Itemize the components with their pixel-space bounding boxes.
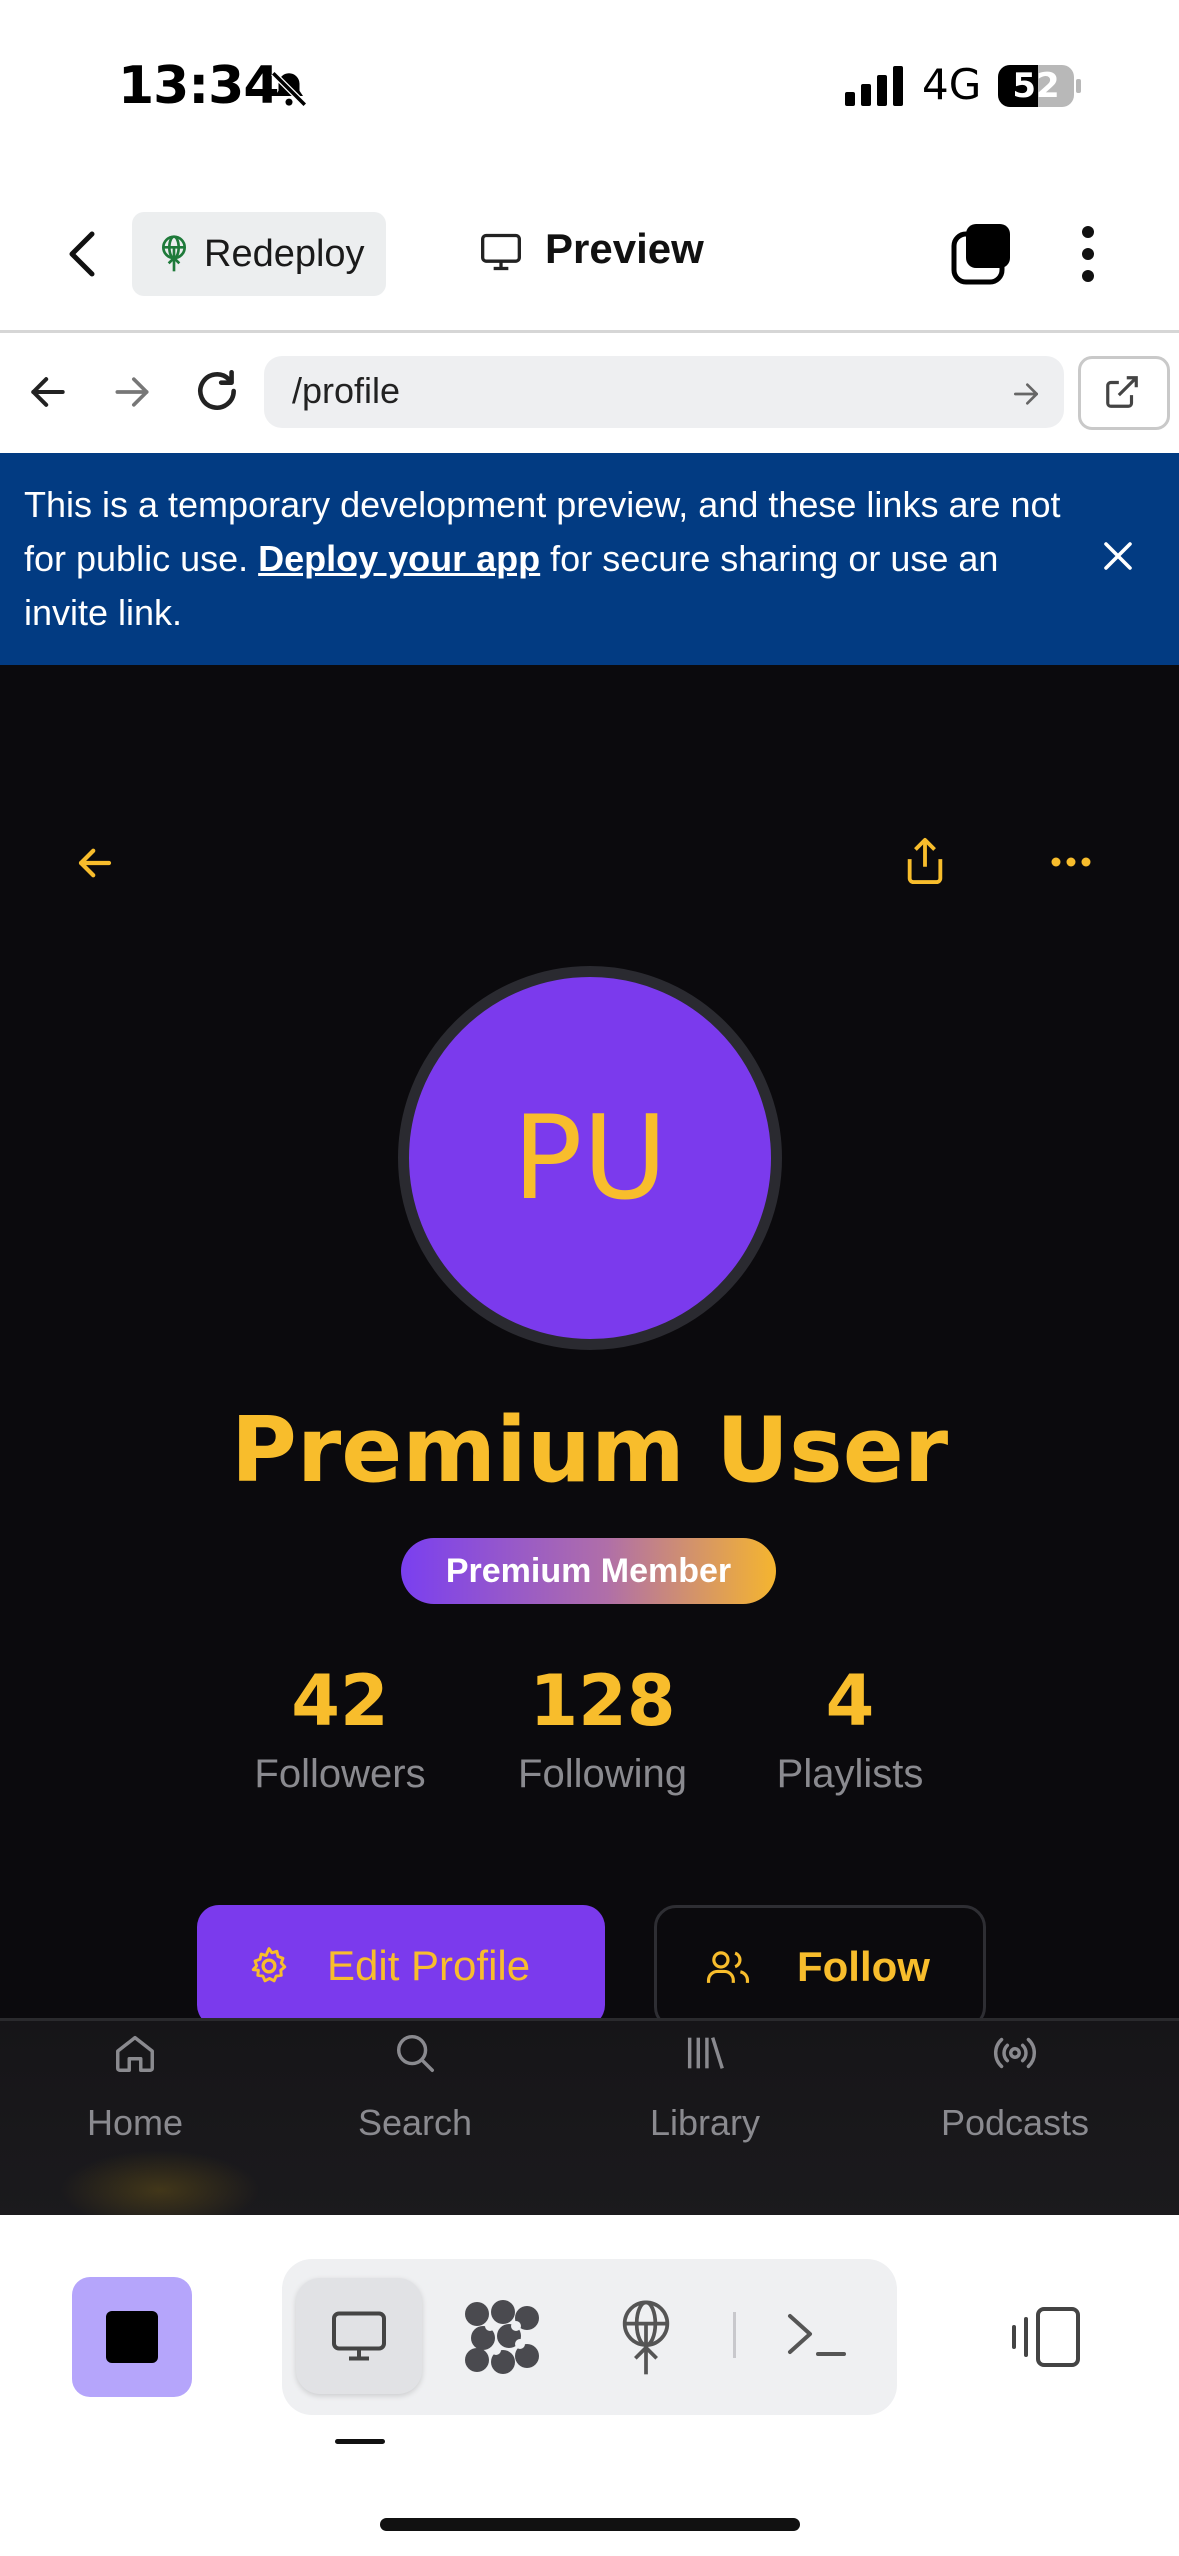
deploy-tool-icon[interactable] (614, 2296, 678, 2378)
status-time: 13:34 (118, 56, 280, 116)
home-indicator (380, 2518, 800, 2531)
follow-button[interactable]: Follow (654, 1905, 986, 2029)
more-horizontal-icon[interactable] (1050, 856, 1092, 868)
nav-library[interactable]: Library (580, 2030, 830, 2144)
stat-playlists-value: 4 (825, 1660, 875, 1742)
nav-home[interactable]: Home (10, 2030, 260, 2144)
share-icon[interactable] (902, 836, 948, 886)
monitor-tool-icon (328, 2306, 422, 2366)
go-arrow-icon[interactable] (1010, 378, 1042, 410)
active-tool-indicator (335, 2439, 385, 2444)
follow-label: Follow (797, 1943, 930, 1990)
deploy-globe-icon (158, 234, 190, 274)
close-icon[interactable] (1100, 538, 1136, 574)
nav-library-label: Library (649, 2102, 761, 2143)
library-icon (580, 2030, 830, 2076)
edit-profile-label: Edit Profile (327, 1942, 531, 1989)
deploy-link[interactable]: Deploy your app (258, 538, 540, 579)
more-vertical-icon[interactable] (1078, 224, 1098, 284)
battery-level: 52 (1012, 66, 1060, 106)
back-chevron-icon[interactable] (62, 228, 102, 280)
browser-forward-icon[interactable] (110, 370, 154, 414)
nav-search-label: Search (357, 2102, 473, 2143)
premium-badge: Premium Member (401, 1538, 776, 1604)
workflow-icon[interactable] (463, 2298, 543, 2376)
edit-profile-button[interactable]: Edit Profile (197, 1905, 605, 2027)
open-external-button[interactable] (1078, 356, 1170, 430)
reload-icon[interactable] (192, 366, 242, 416)
stat-following-value: 128 (529, 1660, 676, 1742)
redeploy-button[interactable]: Redeploy (132, 212, 386, 296)
podcast-icon (890, 2030, 1140, 2076)
search-icon (290, 2030, 540, 2076)
network-type: 4G (922, 60, 982, 109)
panel-toggle-icon[interactable] (1010, 2305, 1082, 2369)
gear-icon (247, 1944, 291, 1988)
preview-tool-button[interactable] (296, 2278, 422, 2394)
users-icon (705, 1945, 751, 1989)
stop-icon (106, 2311, 158, 2363)
back-arrow-icon[interactable] (74, 842, 116, 884)
signal-icon (845, 66, 905, 106)
home-icon (10, 2030, 260, 2076)
stat-followers-label[interactable]: Followers (225, 1752, 455, 1797)
url-text: /profile (292, 370, 401, 411)
stat-following-label[interactable]: Following (485, 1752, 720, 1797)
terminal-icon[interactable] (786, 2310, 848, 2360)
nav-podcasts-label: Podcasts (940, 2102, 1090, 2143)
monitor-icon (478, 230, 524, 274)
windows-icon[interactable] (950, 222, 1014, 286)
nav-home-label: Home (86, 2102, 184, 2143)
external-link-icon (1103, 373, 1167, 411)
stat-playlists-label[interactable]: Playlists (740, 1752, 960, 1797)
nav-podcasts[interactable]: Podcasts (890, 2030, 1140, 2144)
nav-search[interactable]: Search (290, 2030, 540, 2144)
redeploy-label: Redeploy (204, 232, 365, 275)
profile-name: Premium User (230, 1398, 949, 1503)
avatar: PU (398, 966, 782, 1350)
tool-divider (733, 2312, 736, 2358)
banner-message: This is a temporary development preview,… (24, 478, 1074, 640)
stop-button[interactable] (72, 2277, 192, 2397)
preview-tab[interactable]: Preview (545, 225, 704, 273)
avatar-initials: PU (512, 1090, 668, 1226)
bell-muted-icon (268, 68, 310, 110)
stat-followers-value: 42 (291, 1660, 389, 1742)
browser-back-icon[interactable] (26, 370, 70, 414)
battery-icon: 52 (998, 65, 1081, 107)
